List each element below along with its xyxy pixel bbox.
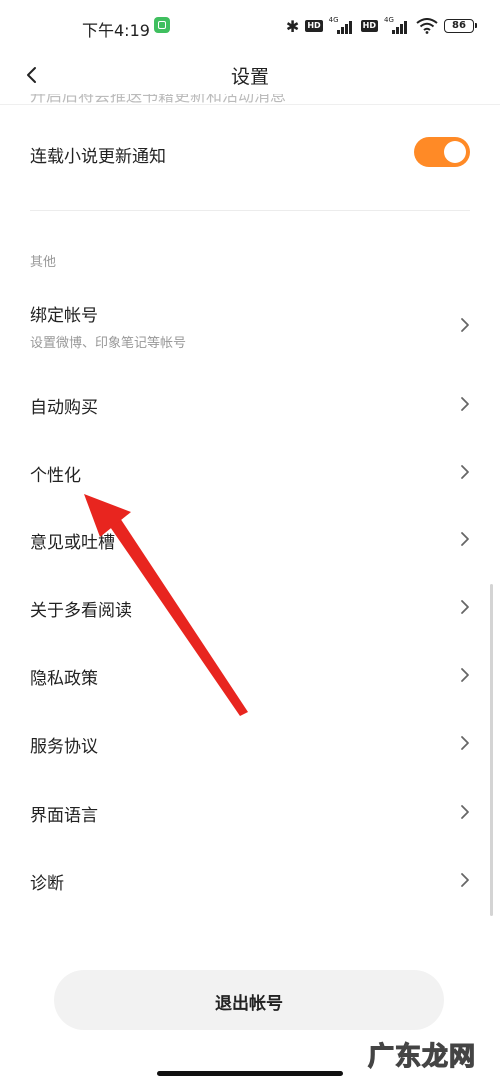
status-time: 下午4:19 <box>82 21 150 40</box>
logout-button[interactable]: 退出帐号 <box>54 970 444 1030</box>
item-label: 关于多看阅读 <box>30 601 132 621</box>
item-label: 意见或吐槽 <box>30 533 115 553</box>
item-label: 诊断 <box>30 874 64 894</box>
item-label: 个性化 <box>30 466 81 486</box>
wifi-icon <box>416 18 438 34</box>
home-indicator[interactable] <box>157 1071 343 1076</box>
signal-icon-2: 4G <box>384 16 410 34</box>
chevron-right-icon <box>456 871 474 889</box>
item-sublabel: 设置微博、印象笔记等帐号 <box>30 336 187 351</box>
toggle-knob <box>444 141 466 163</box>
settings-item-about[interactable]: 关于多看阅读 <box>0 583 500 633</box>
serial-novel-notification-label: 连载小说更新通知 <box>30 147 166 167</box>
hd-badge-2: HD <box>360 20 378 32</box>
section-divider <box>30 210 470 211</box>
serial-novel-notification-row: 连载小说更新通知 <box>0 126 500 180</box>
status-icons: ✱ HD 4G HD 4G 86 <box>285 14 477 38</box>
item-label: 服务协议 <box>30 737 98 757</box>
section-header-other: 其他 <box>30 255 57 270</box>
chevron-right-icon <box>456 530 474 548</box>
item-label: 自动购买 <box>30 398 98 418</box>
app-notification-icon <box>154 17 170 33</box>
settings-item-personalization[interactable]: 个性化 <box>0 448 500 498</box>
item-label: 界面语言 <box>30 806 98 826</box>
page-title: 设置 <box>230 66 269 88</box>
settings-item-privacy-policy[interactable]: 隐私政策 <box>0 651 500 701</box>
header-divider <box>0 104 500 105</box>
bluetooth-icon: ✱ <box>285 16 300 36</box>
hd-badge: HD <box>305 20 323 32</box>
logout-label: 退出帐号 <box>215 994 283 1014</box>
battery-indicator: 86 <box>444 19 477 33</box>
scrollbar[interactable] <box>490 584 493 916</box>
settings-item-feedback[interactable]: 意见或吐槽 <box>0 515 500 565</box>
settings-item-interface-language[interactable]: 界面语言 <box>0 788 500 838</box>
item-label: 隐私政策 <box>30 669 98 689</box>
chevron-right-icon <box>456 734 474 752</box>
serial-novel-notification-toggle[interactable] <box>414 137 470 167</box>
settings-item-service-agreement[interactable]: 服务协议 <box>0 719 500 769</box>
settings-item-auto-purchase[interactable]: 自动购买 <box>0 380 500 430</box>
chevron-right-icon <box>456 316 474 334</box>
status-bar: 下午4:19 ✱ HD 4G HD 4G 86 <box>0 0 500 52</box>
item-label: 绑定帐号 <box>30 306 98 326</box>
chevron-right-icon <box>456 666 474 684</box>
settings-item-diagnosis[interactable]: 诊断 <box>0 856 500 906</box>
settings-item-bind-account[interactable]: 绑定帐号 设置微博、印象笔记等帐号 <box>0 290 500 360</box>
chevron-right-icon <box>456 463 474 481</box>
app-header: 设置 <box>0 52 500 98</box>
chevron-right-icon <box>456 803 474 821</box>
chevron-right-icon <box>456 598 474 616</box>
signal-icon: 4G <box>329 16 355 34</box>
chevron-right-icon <box>456 395 474 413</box>
watermark: 广东龙网 <box>367 1041 477 1072</box>
